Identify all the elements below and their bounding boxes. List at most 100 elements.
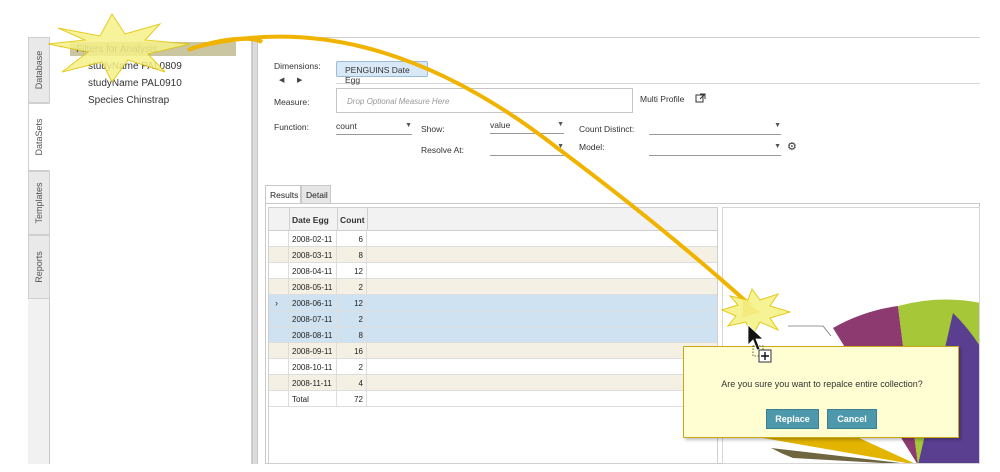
- row-indicator[interactable]: [269, 231, 289, 247]
- cell-count: 6: [337, 231, 367, 247]
- tab-results[interactable]: Results: [265, 185, 301, 203]
- cell-count: 2: [337, 311, 367, 327]
- tab-reports-label: Reports: [34, 251, 44, 283]
- count-distinct-select[interactable]: ▼: [649, 121, 781, 135]
- count-distinct-label: Count Distinct:: [579, 124, 635, 134]
- tab-datasets-label: DataSets: [34, 118, 44, 156]
- row-indicator[interactable]: [269, 247, 289, 263]
- cell-count: 12: [337, 263, 367, 279]
- cell-date-egg: 2008-06-11: [289, 295, 337, 311]
- cell-date-egg: 2008-03-11: [289, 247, 337, 263]
- table-row[interactable]: › 2008-06-11 12: [269, 295, 717, 311]
- external-link-icon[interactable]: [695, 93, 706, 106]
- function-select[interactable]: count ▼: [336, 121, 412, 135]
- cell-date-egg: 2008-07-11: [289, 311, 337, 327]
- dimension-left-arrow-icon[interactable]: ◀: [279, 76, 284, 84]
- chevron-down-icon: ▼: [557, 121, 564, 128]
- table-row[interactable]: 2008-08-11 8: [269, 327, 717, 343]
- column-header-count[interactable]: Count: [340, 215, 365, 225]
- table-row[interactable]: 2008-10-11 2: [269, 359, 717, 375]
- chevron-down-icon: ▼: [774, 122, 781, 129]
- dimensions-dropzone[interactable]: [336, 56, 980, 84]
- filter-item[interactable]: Species Chinstrap: [88, 95, 169, 106]
- dimension-chip[interactable]: PENGUINS Date Egg: [336, 61, 428, 85]
- tab-database[interactable]: Database: [28, 37, 50, 103]
- cell-date-egg: 2008-05-11: [289, 279, 337, 295]
- cell-date-egg: 2008-11-11: [289, 375, 337, 391]
- cell-count: 72: [337, 391, 367, 407]
- cell-date-egg: Total: [289, 391, 337, 407]
- gear-icon[interactable]: ⚙: [787, 140, 797, 153]
- filters-title[interactable]: Filters for Analysis: [76, 44, 157, 55]
- row-indicator[interactable]: [269, 311, 289, 327]
- measure-label: Measure:: [274, 97, 310, 107]
- show-value: value: [490, 120, 511, 130]
- cell-date-egg: 2008-04-11: [289, 263, 337, 279]
- dimensions-label: Dimensions:: [274, 61, 321, 71]
- table-row[interactable]: 2008-02-11 6: [269, 231, 717, 247]
- row-indicator[interactable]: [269, 343, 289, 359]
- cell-count: 12: [337, 295, 367, 311]
- grid-header: Date Egg Count: [269, 208, 717, 231]
- table-row[interactable]: 2008-09-11 16: [269, 343, 717, 359]
- cell-count: 4: [337, 375, 367, 391]
- cell-count: 8: [337, 327, 367, 343]
- dimension-right-arrow-icon[interactable]: ▶: [297, 76, 302, 84]
- row-indicator[interactable]: [269, 263, 289, 279]
- resolve-at-select[interactable]: ▼: [490, 142, 564, 156]
- multi-profile-label[interactable]: Multi Profile: [640, 94, 684, 104]
- table-row[interactable]: 2008-03-11 8: [269, 247, 717, 263]
- chevron-down-icon: ▼: [557, 143, 564, 150]
- dialog-message: Are you sure you want to repalce entire …: [721, 379, 923, 389]
- tab-reports[interactable]: Reports: [28, 235, 50, 299]
- cell-count: 8: [337, 247, 367, 263]
- show-select[interactable]: value ▼: [490, 120, 564, 134]
- model-select[interactable]: ▼: [649, 142, 781, 156]
- column-header-date-egg[interactable]: Date Egg: [292, 215, 329, 225]
- table-row[interactable]: 2008-05-11 2: [269, 279, 717, 295]
- table-row[interactable]: 2008-11-11 4: [269, 375, 717, 391]
- filter-item[interactable]: studyName PAL0809: [88, 61, 182, 72]
- cell-date-egg: 2008-02-11: [289, 231, 337, 247]
- replace-button[interactable]: Replace: [766, 409, 819, 429]
- show-label: Show:: [421, 124, 445, 134]
- chevron-down-icon: ▼: [774, 143, 781, 150]
- row-indicator[interactable]: ›: [269, 295, 289, 311]
- table-row[interactable]: 2008-04-11 12: [269, 263, 717, 279]
- header-divider: [367, 208, 368, 231]
- tab-database-label: Database: [34, 50, 44, 90]
- collapse-toggle-icon[interactable]: -: [60, 41, 63, 51]
- panel-splitter[interactable]: [252, 37, 258, 464]
- cancel-button[interactable]: Cancel: [827, 409, 877, 429]
- vertical-tab-bar: Database DataSets Templates Reports: [28, 37, 50, 464]
- tab-datasets[interactable]: DataSets: [28, 103, 50, 171]
- row-indicator[interactable]: [269, 375, 289, 391]
- filters-tree: - Filters for Analysis studyName PAL0809…: [50, 37, 252, 464]
- filter-item[interactable]: studyName PAL0910: [88, 78, 182, 89]
- cell-date-egg: 2008-08-11: [289, 327, 337, 343]
- row-indicator[interactable]: [269, 279, 289, 295]
- row-indicator[interactable]: [269, 327, 289, 343]
- measure-dropzone[interactable]: Drop Optional Measure Here: [336, 88, 633, 113]
- function-label: Function:: [274, 122, 309, 132]
- table-row[interactable]: 2008-07-11 2: [269, 311, 717, 327]
- top-divider: [258, 37, 980, 38]
- function-value: count: [336, 121, 357, 131]
- resolve-at-label: Resolve At:: [421, 145, 464, 155]
- chevron-down-icon: ▼: [405, 122, 412, 129]
- header-divider: [289, 208, 290, 231]
- table-row[interactable]: Total 72: [269, 391, 717, 407]
- row-indicator[interactable]: [269, 391, 289, 407]
- tab-detail[interactable]: Detail: [301, 185, 331, 203]
- results-grid: Date Egg Count 2008-02-11 6 2008-03-11 8 200…: [268, 207, 718, 464]
- cell-count: 16: [337, 343, 367, 359]
- cell-date-egg: 2008-10-11: [289, 359, 337, 375]
- row-indicator[interactable]: [269, 359, 289, 375]
- tab-templates[interactable]: Templates: [28, 171, 50, 235]
- cell-count: 2: [337, 359, 367, 375]
- leader-line: [788, 325, 832, 337]
- cell-date-egg: 2008-09-11: [289, 343, 337, 359]
- confirm-dialog: Are you sure you want to repalce entire …: [683, 346, 959, 438]
- model-label: Model:: [579, 142, 605, 152]
- tab-templates-label: Templates: [34, 182, 44, 224]
